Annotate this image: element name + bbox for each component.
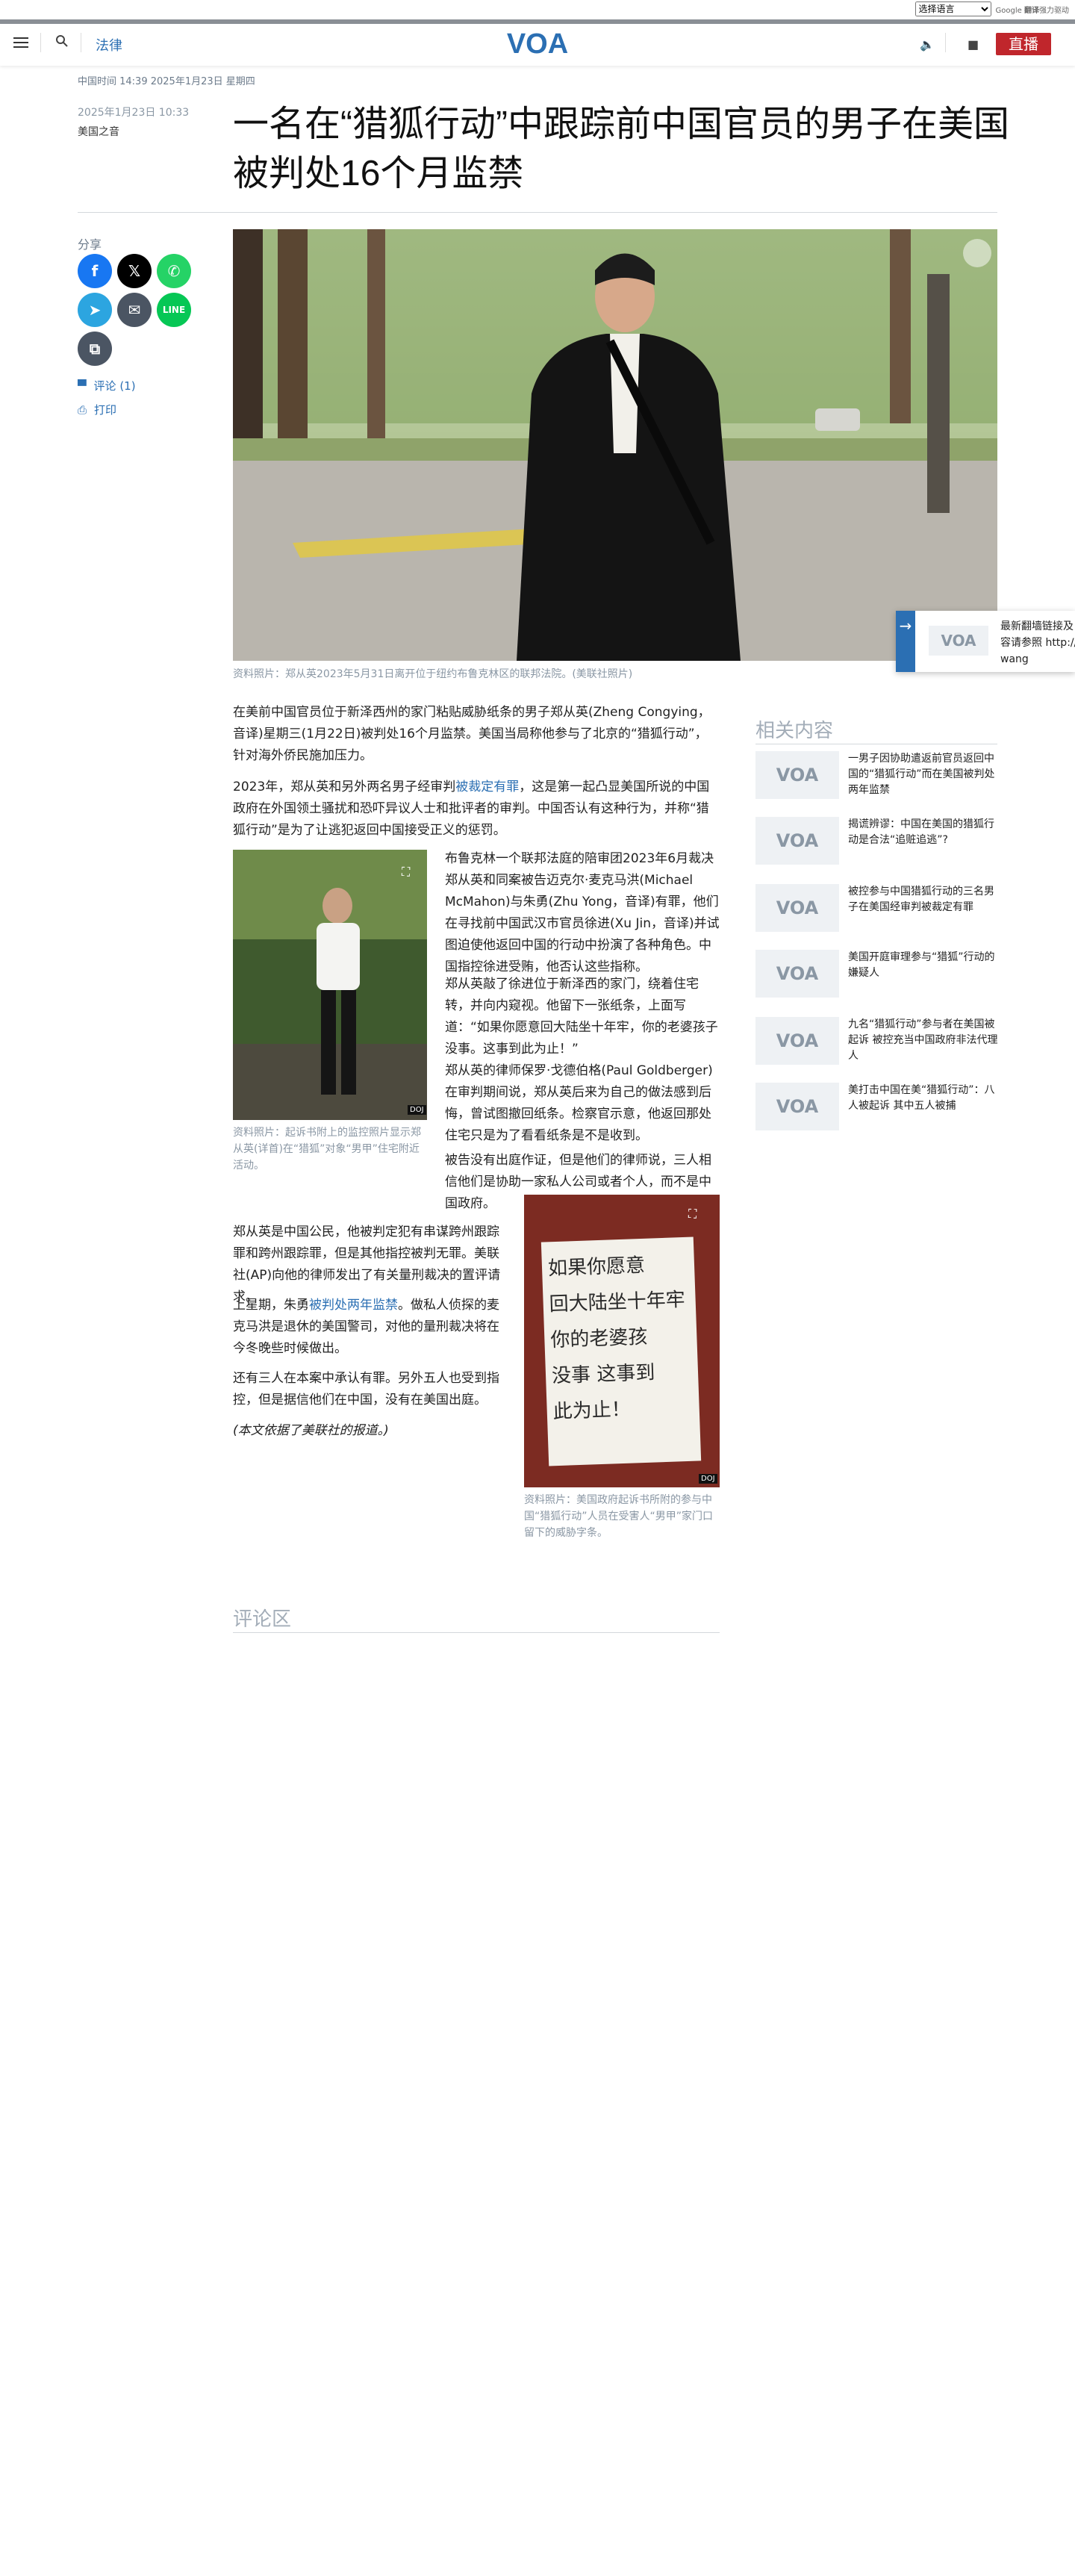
- paragraph: 2023年，郑从英和另外两名男子经审判被裁定有罪，这是第一起凸显美国所说的中国政…: [233, 780, 710, 838]
- page-title: 一名在“猎狐行动”中跟踪前中国官员的男子在美国被判处16个月监禁: [233, 105, 1009, 193]
- audio-icon[interactable]: 🔈: [920, 37, 935, 52]
- expand-icon[interactable]: [963, 239, 991, 267]
- paragraph: 还有三人在本案中承认有罪。另外五人也受到指控，但是据信他们在中国，没有在美国出庭…: [233, 1371, 499, 1407]
- email-icon: ✉: [128, 301, 141, 319]
- doj-tag: DOJ: [408, 1105, 426, 1115]
- line-icon: LINE: [162, 305, 186, 315]
- related-item[interactable]: VOA 一男子因协助遣返前官员返回中国的“猎狐行动”而在美国被判处两年监禁: [755, 751, 1002, 799]
- related-item-title: 美国开庭审理参与“猎狐”行动的嫌疑人: [848, 951, 995, 979]
- print-icon: ⎙: [78, 402, 87, 417]
- related-item-title: 揭谎辨谬：中国在美国的猎狐行动是合法“追赃追逃”?: [848, 818, 994, 846]
- copy-icon: ⧉: [89, 340, 101, 358]
- facebook-icon: f: [91, 262, 99, 280]
- surveillance-photo: [233, 850, 427, 1120]
- related-item[interactable]: VOA 被控参与中国猎狐行动的三名男子在美国经审判被裁定有罪: [755, 884, 1002, 932]
- related-item-title: 一男子因协助遣返前官员返回中国的“猎狐行动”而在美国被判处两年监禁: [848, 753, 995, 796]
- expand-icon[interactable]: ⛶: [688, 1207, 706, 1225]
- email-share-button[interactable]: ✉: [117, 293, 152, 327]
- whatsapp-icon: ✆: [167, 262, 181, 280]
- related-thumbnail: VOA: [755, 1083, 839, 1130]
- paragraph: (本文依据了美联社的报道。): [233, 1423, 389, 1438]
- paragraph: 郑从英的律师保罗·戈德伯格(Paul Goldberger)在审判期间说，郑从英…: [445, 1063, 713, 1143]
- publish-date: 2025年1月23日 10:33: [78, 107, 190, 119]
- related-item-title: 九名“猎狐行动”参与者在美国被起诉 被控充当中国政府非法代理人: [848, 1018, 998, 1062]
- hero-caption: 资料照片：郑从英2023年5月31日离开位于纽约布鲁克林区的联邦法院。(美联社照…: [233, 668, 633, 680]
- comment-icon: ▀: [78, 379, 87, 393]
- google-powered: Google 翻译强力驱动: [995, 6, 1069, 15]
- menu-icon[interactable]: [13, 34, 28, 49]
- print-link[interactable]: ⎙ 打印: [78, 402, 116, 417]
- notice-text: 最新翻墙链接及 容请参照 http://t wang: [1000, 620, 1075, 665]
- whatsapp-share-button[interactable]: ✆: [157, 254, 191, 288]
- svg-text:VOA: VOA: [507, 28, 568, 60]
- language-select[interactable]: 选择语言: [914, 1, 991, 16]
- threat-note-photo: 如果你愿意 回大陆坐十年牢 你的老婆孩 没事 这事到 此为止！: [524, 1195, 720, 1487]
- byline: 美国之音: [78, 126, 119, 138]
- threat-note: 如果你愿意 回大陆坐十年牢 你的老婆孩 没事 这事到 此为止！: [540, 1236, 702, 1466]
- video-icon[interactable]: ■: [968, 37, 979, 52]
- top-band: [0, 0, 1075, 24]
- paragraph: 布鲁克林一个联邦法庭的陪审团2023年6月裁决郑从英和同案被告迈克尔·麦克马洪(…: [445, 851, 720, 974]
- china-time: 中国时间 14:39 2025年1月23日 星期四: [78, 76, 255, 87]
- related-item[interactable]: VOA 揭谎辨谬：中国在美国的猎狐行动是合法“追赃追逃”?: [755, 817, 1002, 865]
- image-caption: 资料照片：起诉书附上的监控照片显示郑从英(详首)在“猎狐”对象“男甲”住宅附近活…: [233, 1127, 421, 1172]
- x-icon: 𝕏: [128, 262, 141, 280]
- floating-notice[interactable]: → VOA 最新翻墙链接及 容请参照 http://t wang: [896, 611, 1075, 672]
- related-thumbnail: VOA: [755, 884, 839, 932]
- line-share-button[interactable]: LINE: [157, 293, 191, 327]
- telegram-share-button[interactable]: ➤: [78, 293, 112, 327]
- x-share-button[interactable]: 𝕏: [117, 254, 152, 288]
- related-item[interactable]: VOA 九名“猎狐行动”参与者在美国被起诉 被控充当中国政府非法代理人: [755, 1017, 1002, 1065]
- live-button[interactable]: 直播: [996, 33, 1051, 55]
- related-item-title: 被控参与中国猎狐行动的三名男子在美国经审判被裁定有罪: [848, 886, 994, 913]
- related-item[interactable]: VOA 美国开庭审理参与“猎狐”行动的嫌疑人: [755, 950, 1002, 998]
- translate-widget: 选择语言 Google 翻译强力驱动: [914, 1, 1069, 16]
- expand-icon[interactable]: ⛶: [402, 865, 420, 883]
- related-thumbnail: VOA: [755, 950, 839, 998]
- divider: [945, 33, 946, 52]
- paragraph: 郑从英敲了徐进位于新泽西的家门，绕着住宅转，并向内窥视。他留下一张纸条，上面写道…: [445, 977, 718, 1057]
- paragraph: 上星期，朱勇被判处两年监禁。做私人侦探的麦克马洪是退休的美国警司，对他的量刑裁决…: [233, 1298, 499, 1356]
- image-caption: 资料照片：美国政府起诉书所附的参与中国“猎狐行动”人员在受害人“男甲”家门口留下…: [524, 1494, 714, 1539]
- facebook-share-button[interactable]: f: [78, 254, 112, 288]
- related-title: 相关内容: [755, 720, 834, 742]
- related-item-title: 美打击中国在美“猎狐行动”：八人被起诉 其中五人被捕: [848, 1084, 995, 1112]
- share-label: 分享: [78, 237, 102, 252]
- search-icon[interactable]: [55, 34, 69, 48]
- voa-logo: VOA: [929, 626, 988, 656]
- related-thumbnail: VOA: [755, 1017, 839, 1065]
- telegram-icon: ➤: [88, 301, 102, 319]
- comments-title: 评论区: [233, 1608, 292, 1631]
- arrow-icon: →: [896, 611, 915, 672]
- doj-tag: DOJ: [699, 1474, 717, 1484]
- divider: [233, 1632, 720, 1633]
- hero-photo: [233, 229, 997, 661]
- inline-link[interactable]: 被判处两年监禁: [309, 1298, 398, 1313]
- inline-link[interactable]: 被裁定有罪: [455, 780, 519, 794]
- divider: [78, 212, 997, 213]
- voa-logo[interactable]: VOA: [499, 28, 576, 60]
- paragraph: 在美前中国官员位于新泽西州的家门粘贴威胁纸条的男子郑从英(Zheng Congy…: [233, 705, 711, 763]
- copy-link-button[interactable]: ⧉: [78, 332, 112, 366]
- section-link[interactable]: 法律: [96, 35, 122, 55]
- related-item[interactable]: VOA 美打击中国在美“猎狐行动”：八人被起诉 其中五人被捕: [755, 1083, 1002, 1130]
- related-thumbnail: VOA: [755, 751, 839, 799]
- related-thumbnail: VOA: [755, 817, 839, 865]
- divider: [40, 33, 41, 52]
- comments-link[interactable]: ▀ 评论 (1): [78, 378, 136, 393]
